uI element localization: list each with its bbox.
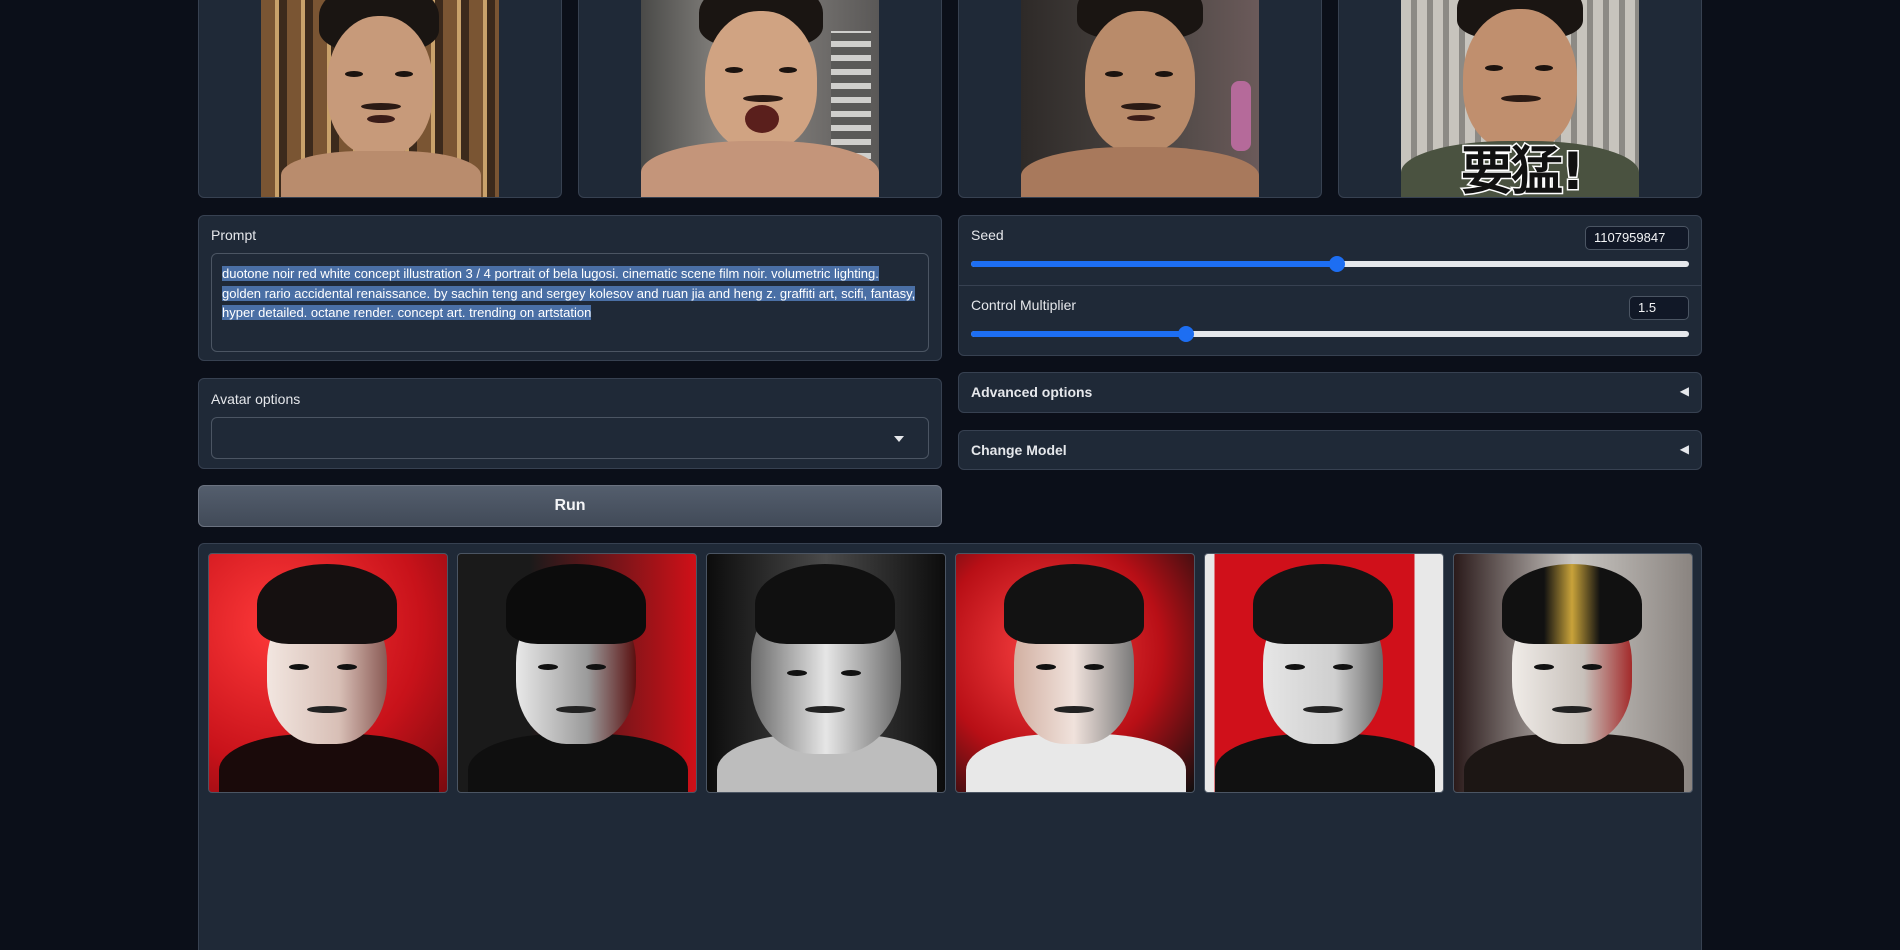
prompt-line-2: golden rario accidental renaissance. by … bbox=[222, 285, 916, 301]
prompt-line-3: hyper detailed. octane render. concept a… bbox=[222, 305, 592, 320]
input-image-2 bbox=[641, 0, 879, 197]
input-image-panel-4[interactable]: 要猛! bbox=[1338, 0, 1702, 198]
collapse-arrow-icon: ◀ bbox=[1679, 442, 1689, 456]
change-model-label: Change Model bbox=[971, 442, 1067, 458]
control-multiplier-slider-fill bbox=[971, 331, 1187, 337]
seed-slider-fill bbox=[971, 261, 1338, 267]
gallery-image-6[interactable] bbox=[1453, 553, 1693, 793]
gallery-image-1[interactable] bbox=[208, 553, 448, 793]
output-gallery bbox=[198, 543, 1702, 950]
sliders-panel: Seed 1107959847 Control Multiplier 1.5 bbox=[958, 215, 1702, 356]
input-image-panel-3[interactable] bbox=[958, 0, 1322, 198]
prompt-panel: Prompt duotone noir red white concept il… bbox=[198, 215, 942, 361]
control-multiplier-slider[interactable] bbox=[971, 326, 1689, 342]
control-multiplier-slider-thumb[interactable] bbox=[1178, 326, 1195, 342]
divider bbox=[959, 285, 1701, 286]
seed-input[interactable]: 1107959847 bbox=[1585, 226, 1689, 250]
prompt-textarea[interactable]: duotone noir red white concept illustrat… bbox=[211, 253, 929, 352]
chevron-down-icon bbox=[894, 436, 904, 442]
gallery-image-4[interactable] bbox=[955, 553, 1195, 793]
input-image-3 bbox=[1021, 0, 1259, 197]
input-image-panel-2[interactable] bbox=[578, 0, 942, 198]
advanced-options-label: Advanced options bbox=[971, 384, 1093, 400]
gallery-image-5[interactable] bbox=[1204, 553, 1444, 793]
avatar-options-dropdown[interactable] bbox=[211, 417, 929, 459]
control-multiplier-label: Control Multiplier bbox=[971, 297, 1077, 313]
prompt-line-1: duotone noir red white concept illustrat… bbox=[222, 266, 879, 281]
advanced-options-accordion[interactable]: Advanced options ◀ bbox=[958, 372, 1702, 413]
change-model-accordion[interactable]: Change Model ◀ bbox=[958, 430, 1702, 470]
seed-slider[interactable] bbox=[971, 256, 1689, 272]
seed-label: Seed bbox=[971, 227, 1004, 243]
input-image-panel-1[interactable] bbox=[198, 0, 562, 198]
gallery-image-3[interactable] bbox=[706, 553, 946, 793]
input-image-1 bbox=[261, 0, 499, 197]
collapse-arrow-icon: ◀ bbox=[1679, 384, 1689, 398]
run-button[interactable]: Run bbox=[198, 485, 942, 527]
seed-slider-thumb[interactable] bbox=[1329, 256, 1346, 272]
avatar-options-panel: Avatar options bbox=[198, 378, 942, 469]
overlay-caption: 要猛! bbox=[1460, 141, 1587, 198]
input-image-4: 要猛! bbox=[1401, 0, 1639, 198]
gallery-image-2[interactable] bbox=[457, 553, 697, 793]
control-multiplier-input[interactable]: 1.5 bbox=[1629, 296, 1689, 320]
prompt-label: Prompt bbox=[211, 227, 257, 243]
avatar-options-label: Avatar options bbox=[211, 391, 301, 407]
